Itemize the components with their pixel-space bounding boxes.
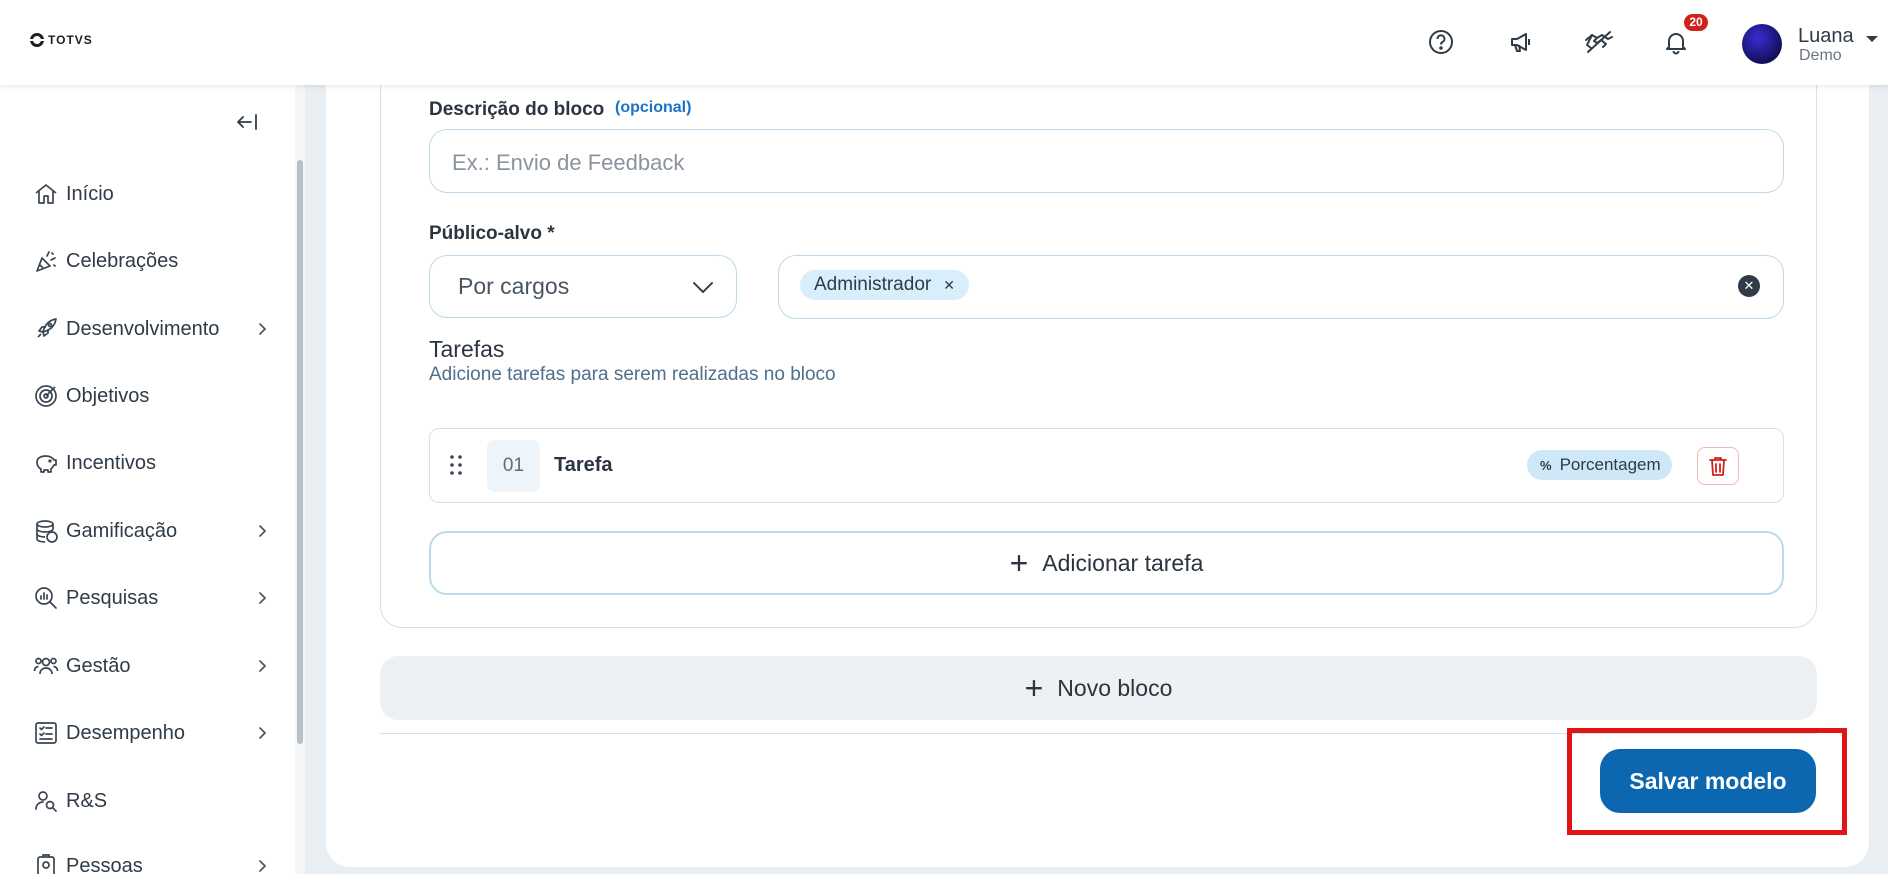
sidebar-item-label: Pesquisas [66, 586, 159, 609]
bell-icon[interactable] [1660, 26, 1692, 58]
tasks-title: Tarefas [429, 336, 505, 362]
chevron-down-icon[interactable] [692, 281, 714, 295]
sidebar-scrollbar-thumb[interactable] [297, 160, 303, 744]
sidebar-item-desenvolvimento[interactable]: Desenvolvimento [32, 309, 272, 349]
sidebar-item-objetivos[interactable]: Objetivos [32, 376, 272, 416]
plus-icon: + [1009, 545, 1029, 581]
target-icon [32, 382, 60, 410]
party-icon [32, 247, 60, 275]
user-search-icon [32, 787, 60, 815]
remove-chip-icon[interactable]: ✕ [943, 277, 955, 294]
sidebar-item-pesquisas[interactable]: Pesquisas [32, 578, 272, 618]
task-number: 01 [487, 440, 540, 492]
sidebar-item-label: R&S [66, 789, 108, 812]
checklist-icon [32, 719, 60, 747]
sidebar-item-label: Início [66, 182, 114, 205]
logo-text: TOTVS [48, 33, 93, 47]
save-model-button[interactable]: Salvar modelo [1600, 749, 1816, 813]
plus-icon: + [1024, 670, 1044, 706]
percent-icon: % [1540, 457, 1552, 473]
home-icon [32, 180, 60, 208]
help-icon[interactable] [1425, 26, 1457, 58]
chevron-right-icon [254, 658, 270, 674]
user-role: Demo [1799, 47, 1842, 64]
sidebar-item-gamificacao[interactable]: Gamificação [32, 511, 272, 551]
sidebar-item-label: Celebrações [66, 249, 179, 272]
user-name[interactable]: Luana [1798, 25, 1854, 48]
sidebar-item-celebracoes[interactable]: Celebrações [32, 241, 272, 281]
task-type-label: Porcentagem [1559, 455, 1661, 474]
collapse-sidebar-icon[interactable] [236, 111, 260, 133]
sidebar-item-desempenho[interactable]: Desempenho [32, 713, 272, 753]
role-chip-label: Administrador [814, 274, 932, 295]
new-block-label: Novo bloco [1057, 674, 1173, 701]
megaphone-icon[interactable] [1506, 26, 1538, 58]
piggy-bank-icon [32, 449, 60, 477]
description-placeholder: Ex.: Envio de Feedback [452, 150, 685, 175]
handshake-icon[interactable] [1583, 26, 1615, 58]
chevron-right-icon [254, 523, 270, 539]
sidebar-item-incentivos[interactable]: Incentivos [32, 443, 272, 483]
top-header: TOTVS 20 Luana Demo [0, 0, 1888, 85]
chevron-right-icon [254, 590, 270, 606]
sidebar-item-rs[interactable]: R&S [32, 781, 272, 821]
sidebar-item-label: Incentivos [66, 451, 157, 474]
drag-handle-icon[interactable] [449, 454, 463, 476]
audience-type-value: Por cargos [458, 273, 570, 299]
optional-tag: (opcional) [615, 99, 692, 116]
search-chart-icon [32, 584, 60, 612]
totvs-logo[interactable]: TOTVS [30, 33, 93, 47]
sidebar-item-gestao[interactable]: Gestão [32, 646, 272, 686]
tasks-subtitle: Adicione tarefas para serem realizadas n… [429, 364, 836, 385]
people-icon [32, 652, 60, 680]
avatar[interactable] [1742, 24, 1782, 64]
audience-label: Público-alvo * [429, 223, 555, 244]
task-name[interactable]: Tarefa [554, 454, 613, 477]
sidebar-item-pessoas[interactable]: Pessoas [32, 846, 272, 874]
trash-icon [1709, 457, 1727, 476]
user-menu-caret-icon[interactable] [1866, 36, 1878, 42]
add-task-label: Adicionar tarefa [1042, 549, 1204, 576]
delete-task-button[interactable] [1697, 447, 1739, 485]
role-chip: Administrador ✕ [800, 270, 969, 300]
chevron-right-icon [254, 321, 270, 337]
chevron-right-icon [254, 858, 270, 874]
sidebar-item-label: Objetivos [66, 384, 150, 407]
chevron-right-icon [254, 725, 270, 741]
clear-all-icon[interactable]: ✕ [1738, 275, 1760, 297]
rocket-icon [32, 315, 60, 343]
notification-badge: 20 [1684, 14, 1708, 31]
badge-icon [32, 852, 60, 874]
coins-icon [32, 517, 60, 545]
sidebar-item-label: Gamificação [66, 519, 178, 542]
sidebar-item-label: Desenvolvimento [66, 317, 220, 340]
sidebar-item-label: Desempenho [66, 721, 185, 744]
add-task-button[interactable]: + Adicionar tarefa [429, 531, 1784, 595]
sidebar-item-label: Pessoas [66, 854, 143, 874]
task-type-badge: % Porcentagem [1527, 450, 1672, 480]
description-label: Descrição do bloco [429, 99, 605, 120]
new-block-button[interactable]: + Novo bloco [380, 656, 1817, 720]
sidebar-item-label: Gestão [66, 654, 131, 677]
logo-mark-icon [30, 33, 44, 47]
sidebar-item-inicio[interactable]: Início [32, 174, 272, 214]
